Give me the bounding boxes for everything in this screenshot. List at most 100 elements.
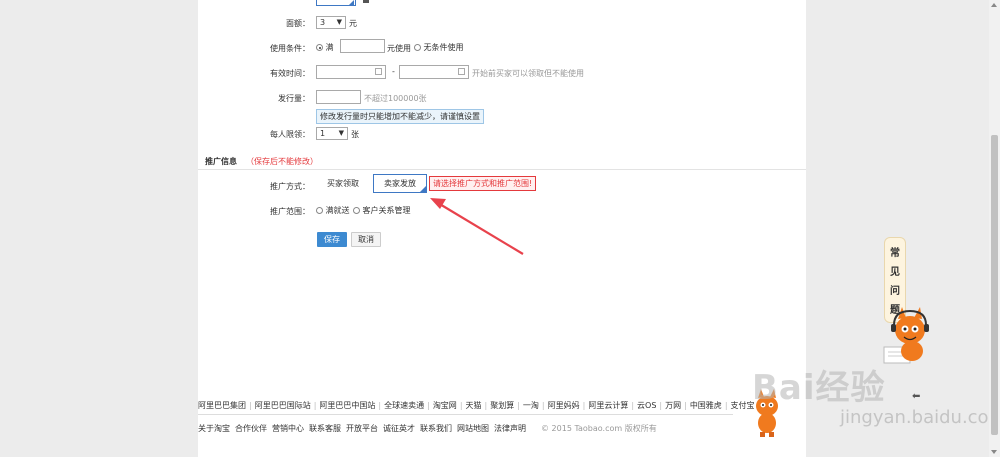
promo-method-seller[interactable]: 卖家发放	[373, 174, 427, 193]
promo-scope-option1[interactable]: 满就送	[316, 205, 350, 216]
mascot-icon	[883, 307, 929, 364]
promo-method-label: 推广方式：	[270, 182, 310, 191]
usage-full-radio[interactable]	[316, 44, 323, 51]
top-partial-corner	[348, 0, 354, 6]
scope-option1-radio[interactable]	[316, 207, 323, 214]
valid-start-date-input[interactable]	[316, 65, 386, 79]
circulation-tip: 修改发行量时只能增加不能减少，请谨慎设置	[316, 109, 484, 124]
usage-condition-label: 使用条件：	[270, 44, 310, 53]
footer-link[interactable]: 联系客服	[309, 424, 341, 433]
footer-separator: |	[249, 401, 252, 410]
footer-separator: |	[724, 401, 728, 410]
promo-method-buyer[interactable]: 买家领取	[320, 175, 366, 194]
limit-select[interactable]: 1 ▼	[316, 127, 348, 140]
usage-full-unit: 元使用	[387, 44, 411, 53]
vertical-scrollbar[interactable]	[989, 0, 1000, 457]
footer-link[interactable]: 聚划算	[490, 401, 514, 410]
footer-link[interactable]: 法律声明	[494, 424, 526, 433]
face-value-unit: 元	[349, 19, 357, 28]
footer-link[interactable]: 合作伙伴	[235, 424, 267, 433]
footer-link[interactable]: 网站地图	[457, 424, 489, 433]
annotation-arrow-icon	[430, 198, 524, 255]
promo-error-message: 请选择推广方式和推广范围!	[429, 176, 537, 191]
watermark-url: jingyan.baidu.com	[840, 407, 1000, 428]
limit-unit: 张	[351, 130, 359, 139]
footer-link[interactable]: 中国雅虎	[690, 401, 722, 410]
footer-link[interactable]: 阿里巴巴中国站	[319, 401, 375, 410]
usage-condition-full-radio-wrap[interactable]: 满	[316, 42, 334, 53]
footer-copyright: © 2015 Taobao.com 版权所有	[541, 424, 657, 433]
footer-separator: |	[427, 401, 430, 410]
faq-char: 见	[890, 267, 900, 278]
faq-char: 问	[890, 286, 900, 297]
usage-full-label: 满	[325, 43, 334, 52]
footer-link[interactable]: 全球速卖通	[384, 401, 424, 410]
valid-time-label: 有效时间：	[270, 69, 310, 78]
scope-option1-label: 满就送	[325, 206, 350, 215]
chevron-down-icon: ▼	[338, 129, 344, 137]
cancel-button[interactable]: 取消	[351, 232, 381, 247]
footer-separator: |	[459, 401, 463, 410]
footer-link[interactable]: 阿里云计算	[588, 401, 628, 410]
footer-link[interactable]: 阿里巴巴国际站	[255, 401, 311, 410]
footer-link[interactable]: 一淘	[523, 401, 539, 410]
footer-link[interactable]: 开放平台	[346, 424, 378, 433]
footer-separator: |	[684, 401, 687, 410]
chevron-down-icon: ▼	[336, 18, 342, 26]
footer-separator: |	[484, 401, 488, 410]
faq-char: 常	[890, 248, 900, 259]
usage-none-radio-wrap[interactable]: 无条件使用	[414, 42, 464, 53]
circulation-placeholder: 不超过100000张	[364, 94, 427, 103]
promo-scope-option2[interactable]: 客户关系管理	[353, 205, 411, 216]
footer-link[interactable]: 诚征英才	[383, 424, 415, 433]
face-value-selected: 3	[320, 18, 326, 27]
footer-link[interactable]: 云OS	[637, 401, 656, 410]
promo-scope-label: 推广范围：	[270, 207, 310, 216]
face-value-label: 面额：	[286, 19, 310, 28]
back-arrow-icon[interactable]: ⬅	[912, 391, 920, 402]
scroll-down-icon[interactable]	[991, 450, 997, 454]
face-value-select[interactable]: 3 ▼	[316, 16, 346, 29]
footer-link[interactable]: 营销中心	[272, 424, 304, 433]
footer-divider	[198, 414, 733, 415]
scope-option2-radio[interactable]	[353, 207, 360, 214]
footer-link[interactable]: 万网	[665, 401, 681, 410]
usage-full-amount-input[interactable]	[340, 39, 385, 53]
footer-separator: |	[541, 401, 545, 410]
usage-none-label: 无条件使用	[423, 43, 464, 52]
top-partial-icon	[363, 0, 369, 3]
footer-separator: |	[378, 401, 382, 410]
scrollbar-thumb[interactable]	[991, 135, 998, 435]
footer-separator: |	[631, 401, 635, 410]
watermark-brand: Bai经验	[752, 368, 886, 408]
promotion-section-note: （保存后不能修改）	[246, 157, 318, 166]
scope-option2-label: 客户关系管理	[362, 206, 411, 215]
footer-separator: |	[313, 401, 317, 410]
promotion-section-title: 推广信息	[205, 157, 237, 166]
valid-end-date-input[interactable]	[399, 65, 469, 79]
limit-selected: 1	[320, 129, 326, 138]
calendar-icon[interactable]	[458, 68, 465, 75]
footer-separator: |	[517, 401, 520, 410]
valid-time-hint: 开始前买家可以领取但不能使用	[472, 69, 584, 78]
footer-links-row2: 关于淘宝 合作伙伴 营销中心 联系客服 开放平台 诚征英才 联系我们 网站地图 法律声明	[198, 423, 526, 434]
date-range-dash: -	[392, 67, 395, 76]
usage-none-radio[interactable]	[414, 44, 421, 51]
footer-link[interactable]: 联系我们	[420, 424, 452, 433]
circulation-label: 发行量：	[278, 94, 310, 103]
footer-link[interactable]: 天猫	[466, 401, 482, 410]
footer-link[interactable]: 阿里巴巴集团	[198, 401, 246, 410]
section-divider	[198, 169, 806, 170]
promo-method-seller-label: 卖家发放	[384, 179, 416, 188]
footer-separator: |	[582, 401, 586, 410]
footer-link[interactable]: 淘宝网	[433, 401, 457, 410]
footer-link[interactable]: 阿里妈妈	[548, 401, 580, 410]
limit-label: 每人限领：	[270, 130, 310, 139]
scroll-up-icon[interactable]	[991, 3, 997, 7]
save-button[interactable]: 保存	[317, 232, 347, 247]
calendar-icon[interactable]	[375, 68, 382, 75]
footer-separator: |	[659, 401, 663, 410]
footer-links-row1: 阿里巴巴集团 | 阿里巴巴国际站 | 阿里巴巴中国站 | 全球速卖通 | 淘宝网 | 天猫 | 聚划算 |…	[198, 400, 755, 411]
footer-link[interactable]: 关于淘宝	[198, 424, 230, 433]
circulation-input[interactable]	[316, 90, 361, 104]
